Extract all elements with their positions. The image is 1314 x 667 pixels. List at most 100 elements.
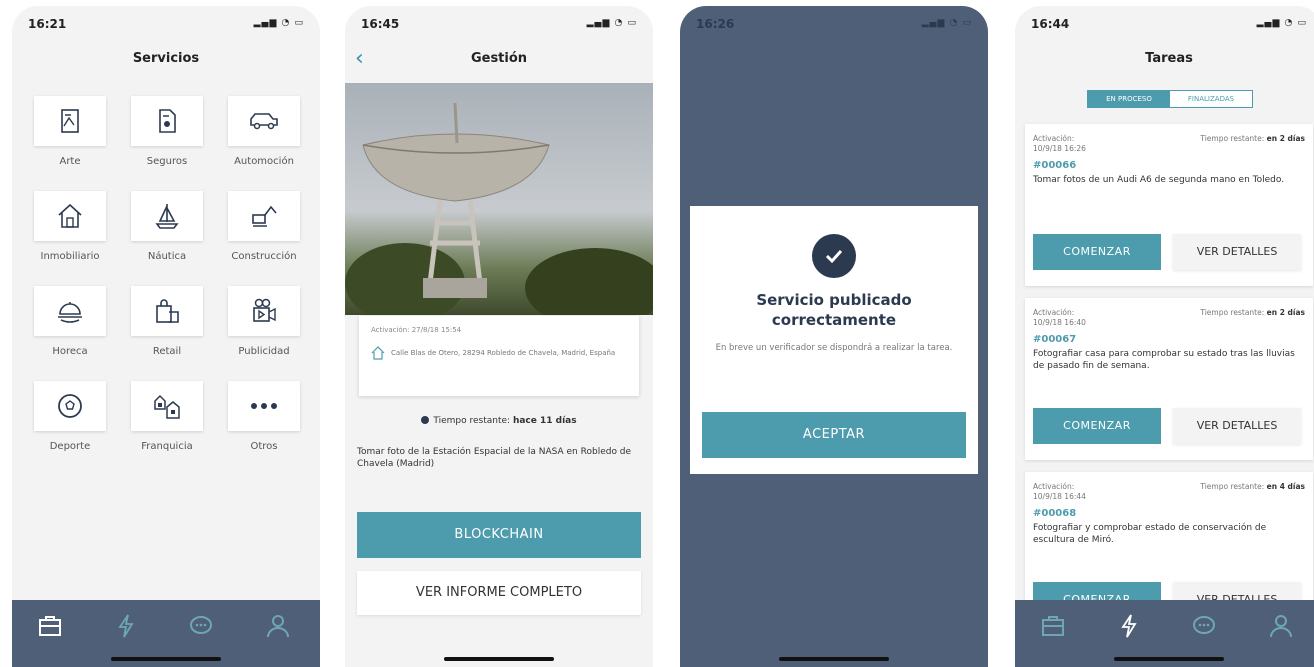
tab-chat[interactable] [1190,612,1218,640]
service-arte[interactable]: Arte [22,96,118,167]
signal-wifi-battery-icon: ▂▄▆ ◔ ▭ [1256,18,1307,28]
home-indicator [1114,657,1224,661]
signal-wifi-battery-icon: ▂▄▆ ◔ ▭ [586,18,637,28]
tab-en-proceso[interactable]: EN PROCESO [1088,91,1170,107]
service-label: Automoción [234,156,294,167]
art-icon [61,109,79,133]
screen-servicios: 16:21 ▂▄▆ ◔ ▭ Servicios Arte Seguros Aut… [12,6,320,667]
remaining-time: Tiempo restante: hace 11 días [345,416,653,426]
service-deporte[interactable]: Deporte [22,381,118,452]
signal-wifi-battery-icon: ▂▄▆ ◔ ▭ [921,18,972,28]
service-label: Otros [250,441,278,452]
shops-icon [154,394,180,419]
service-otros[interactable]: Otros [216,381,312,452]
page-title: Servicios [132,51,200,66]
service-label: Deporte [49,441,91,452]
task-description: Fotografiar casa para comprobar su estad… [1033,349,1295,371]
tab-tareas[interactable] [112,612,140,640]
task-code[interactable]: #00067 [1033,334,1305,345]
briefcase-icon [1042,616,1064,636]
service-label: Construcción [231,251,297,262]
accept-button[interactable]: ACEPTAR [702,412,966,458]
address-text: Calle Blas de Otero, 28294 Robledo de Ch… [391,349,616,357]
briefcase-icon [39,616,61,636]
remaining-value: en 2 días [1266,134,1305,143]
status-bar: 16:44 ▂▄▆ ◔ ▭ [1015,6,1314,42]
tab-perfil[interactable] [1267,612,1295,640]
soccer-ball-icon [58,394,82,418]
cloche-icon [58,302,82,323]
service-construccion[interactable]: Construcción [216,191,312,262]
service-retail[interactable]: Retail [119,286,215,357]
status-time: 16:44 [1031,17,1070,31]
tab-servicios[interactable] [1039,612,1067,640]
service-publicidad[interactable]: Publicidad [216,286,312,357]
status-time: 16:26 [696,17,735,31]
user-icon [267,615,289,638]
remaining-label: Tiempo restante: [1200,308,1265,317]
blockchain-button[interactable]: BLOCKCHAIN [357,512,641,558]
task-code[interactable]: #00066 [1033,160,1305,171]
service-label: Publicidad [238,346,290,357]
tab-perfil[interactable] [264,612,292,640]
service-franquicia[interactable]: Franquicia [119,381,215,452]
service-automocion[interactable]: Automoción [216,96,312,167]
home-indicator [444,657,554,661]
page-title: Gestión [470,51,528,66]
activation-date: 10/9/18 16:40 [1033,318,1086,327]
status-bar: 16:45 ▂▄▆ ◔ ▭ [345,6,653,42]
service-horeca[interactable]: Horeca [22,286,118,357]
activation-date: Activación: 27/8/18 15:54 [371,326,462,334]
check-circle-icon [812,234,856,278]
details-button[interactable]: VER DETALLES [1173,408,1301,444]
full-report-button[interactable]: VER INFORME COMPLETO [357,571,641,615]
service-info-card: Activación: 27/8/18 15:54 Calle Blas de … [359,316,639,396]
home-indicator [779,657,889,661]
service-nautica[interactable]: Náutica [119,191,215,262]
task-code[interactable]: #00068 [1033,508,1305,519]
dialog-title-line1: Servicio publicado [756,291,912,309]
screen-tareas: 16:44 ▂▄▆ ◔ ▭ Tareas EN PROCESO FINALIZA… [1015,6,1314,667]
details-button[interactable]: VER DETALLES [1173,234,1301,270]
tab-servicios[interactable] [36,612,64,640]
clock-icon [421,416,430,424]
task-card: Activación: 10/9/18 16:26 Tiempo restante… [1025,124,1313,286]
user-icon [1270,615,1292,638]
house-icon [371,346,385,360]
tab-tareas[interactable] [1115,612,1143,640]
tab-bar [12,600,320,667]
service-label: Náutica [147,251,187,262]
chat-icon [1193,616,1215,634]
task-card: Activación: 10/9/18 16:40 Tiempo restante… [1025,298,1313,460]
shopping-bag-icon [156,299,179,323]
chat-icon [190,616,212,634]
tab-finalizadas[interactable]: FINALIZADAS [1170,91,1252,107]
service-label: Arte [59,156,81,167]
remaining-value: en 4 días [1266,482,1305,491]
service-seguros[interactable]: Seguros [119,96,215,167]
lightning-icon [118,614,134,638]
tab-chat[interactable] [187,612,215,640]
dialog-title: Servicio publicado correctamente [690,290,978,330]
remaining-label: Tiempo restante: [1200,482,1265,491]
page-title: Tareas [1145,51,1193,66]
dialog-title-line2: correctamente [771,311,897,329]
insurance-icon [159,109,176,133]
service-inmobiliario[interactable]: Inmobiliario [22,191,118,262]
activation-label: Activación: [1033,134,1075,143]
dialog-text: En breve un verificador se dispondrá a r… [715,343,953,353]
tab-bar [1015,600,1314,667]
task-description: Fotografiar y comprobar estado de conser… [1033,523,1267,545]
remaining-value: en 2 días [1266,308,1305,317]
remaining-label: Tiempo restante: [1200,134,1265,143]
activation-label: Activación: [1033,482,1075,491]
start-button[interactable]: COMENZAR [1033,408,1161,444]
screen-confirmation: 16:26 ▂▄▆ ◔ ▭ Servicio publicado correct… [680,6,988,667]
status-bar: 16:26 ▂▄▆ ◔ ▭ [680,6,988,42]
address: Calle Blas de Otero, 28294 Robledo de Ch… [371,346,627,360]
more-dots-icon [251,403,277,409]
antenna-illustration [345,102,653,328]
success-dialog: Servicio publicado correctamente En brev… [690,206,978,474]
start-button[interactable]: COMENZAR [1033,234,1161,270]
satellite-dish-photo [345,83,653,328]
